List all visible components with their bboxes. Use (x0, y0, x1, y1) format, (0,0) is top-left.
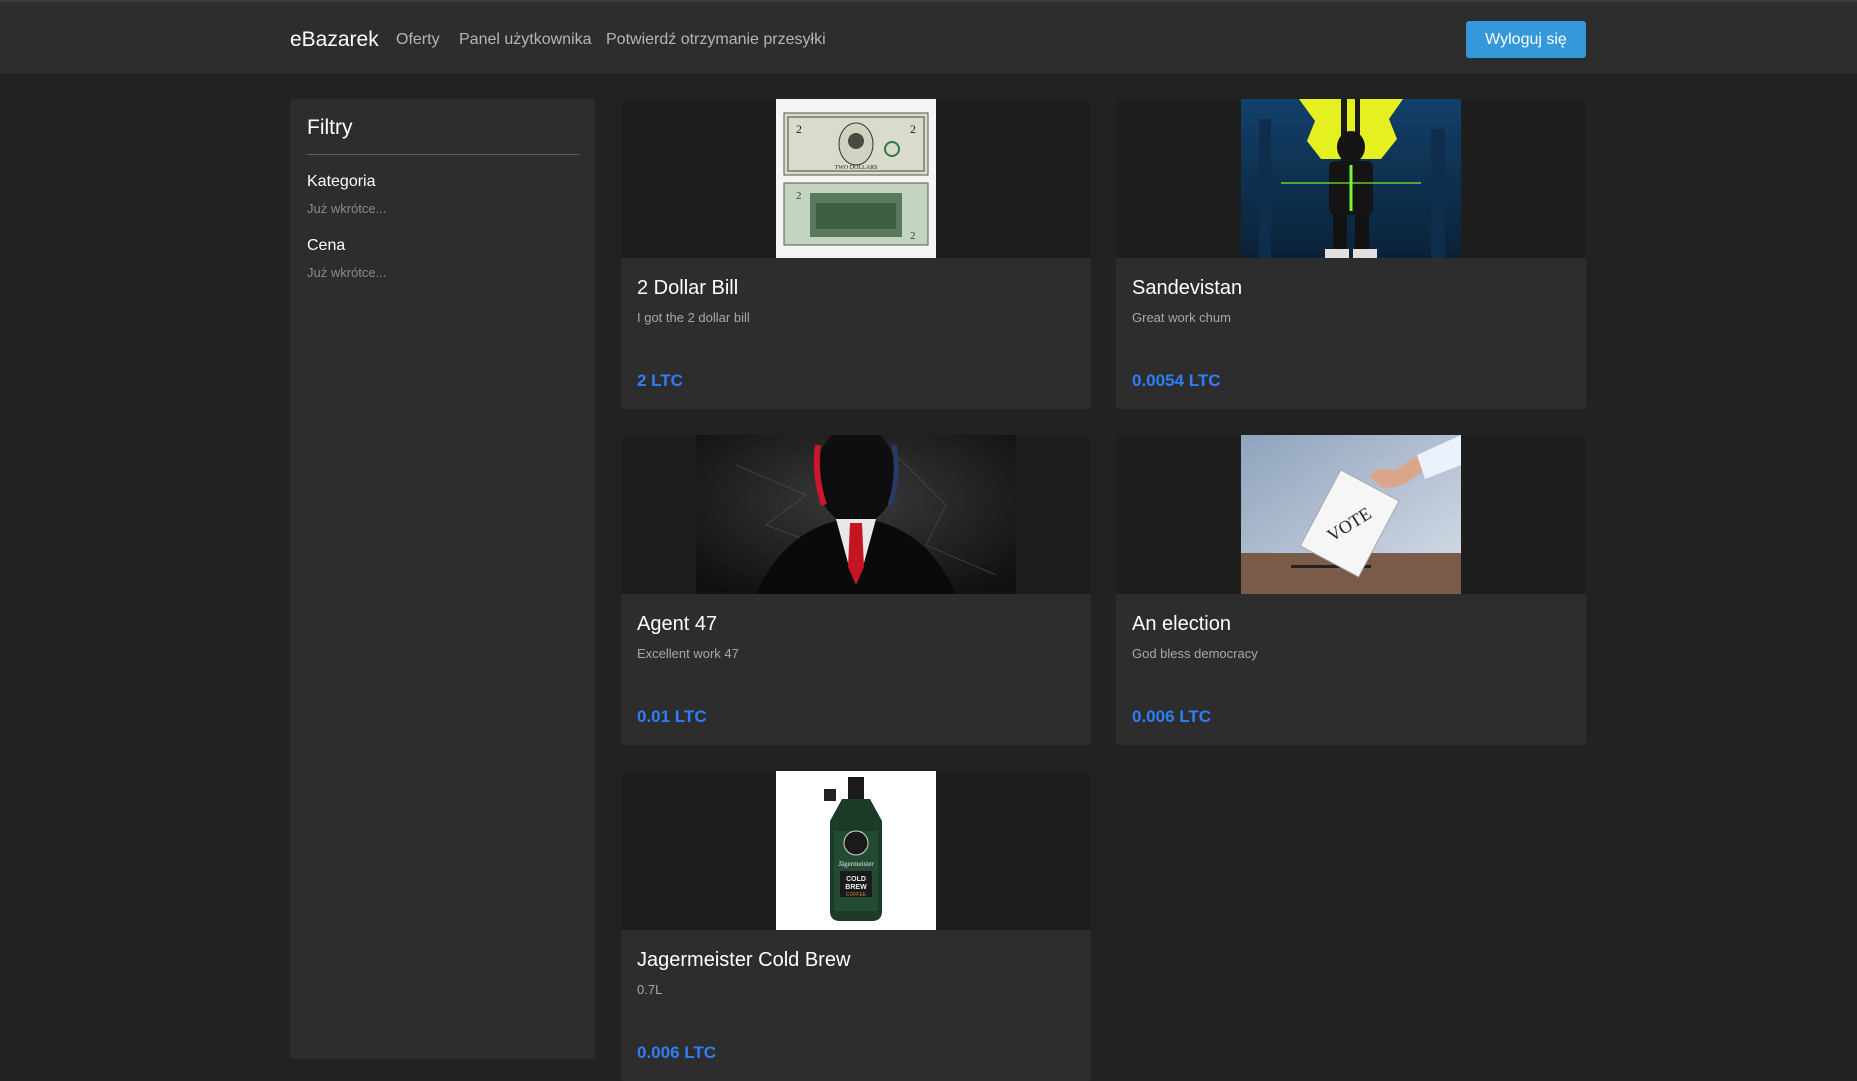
listing-description: God bless democracy (1132, 646, 1258, 661)
listing-price: 0.006 LTC (637, 1043, 717, 1062)
svg-text:2: 2 (796, 190, 802, 202)
filters-title: Filtry (307, 116, 353, 139)
listing-image-frame: Jägermeister COLD BREW COFFEE (621, 771, 1091, 930)
nav-link-user-panel[interactable]: Panel użytkownika (459, 31, 592, 49)
listing-card[interactable]: Sandevistan Great work chum 0.0054 LTC (1116, 99, 1586, 409)
filter-category-label: Kategoria (307, 173, 376, 190)
filter-price-label: Cena (307, 237, 346, 254)
nav-link-offers[interactable]: Oferty (396, 31, 440, 49)
filter-category-hint: Już wkrótce... (307, 201, 387, 216)
top-navbar: eBazarek Oferty Panel użytkownika Potwie… (0, 0, 1857, 74)
listing-price: 0.0054 LTC (1132, 371, 1221, 390)
listing-title[interactable]: Jagermeister Cold Brew (637, 949, 850, 972)
listing-card[interactable]: VOTE An election God bless democracy 0.0… (1116, 435, 1586, 745)
listing-description: 0.7L (637, 982, 663, 997)
svg-text:TWO DOLLARS: TWO DOLLARS (835, 165, 878, 171)
listing-description: Excellent work 47 (637, 646, 739, 661)
nav-link-confirm-delivery[interactable]: Potwierdź otrzymanie przesyłki (606, 31, 826, 49)
filters-divider (307, 154, 579, 155)
listing-description: I got the 2 dollar bill (637, 310, 750, 325)
svg-text:2: 2 (910, 122, 916, 136)
dollar-bill-image: 2 2 TWO DOLLARS 2 2 (776, 99, 936, 258)
ballot-image: VOTE (1241, 435, 1461, 594)
listing-image-frame: 2 2 TWO DOLLARS 2 2 (621, 99, 1091, 258)
listing-card[interactable]: Jägermeister COLD BREW COFFEE Jagermeist… (621, 771, 1091, 1081)
svg-text:COFFEE: COFFEE (846, 892, 867, 898)
listing-card[interactable]: 2 2 TWO DOLLARS 2 2 2 Dollar Bill I got … (621, 99, 1091, 409)
svg-text:BREW: BREW (845, 884, 867, 891)
listing-price: 2 LTC (637, 371, 683, 390)
sandevistan-image (1241, 99, 1461, 258)
listing-image-frame (1116, 99, 1586, 258)
logout-button[interactable]: Wyloguj się (1466, 21, 1586, 58)
svg-text:Jägermeister: Jägermeister (838, 860, 874, 868)
filter-price-hint: Już wkrótce... (307, 265, 387, 280)
svg-text:2: 2 (910, 230, 916, 242)
agent47-image (696, 435, 1016, 594)
listing-title[interactable]: An election (1132, 613, 1231, 636)
jagermeister-image: Jägermeister COLD BREW COFFEE (776, 771, 936, 930)
filters-sidebar: Filtry Kategoria Już wkrótce... Cena Już… (290, 99, 595, 1059)
listing-price: 0.006 LTC (1132, 707, 1212, 726)
listing-card[interactable]: Agent 47 Excellent work 47 0.01 LTC (621, 435, 1091, 745)
listing-image-frame: VOTE (1116, 435, 1586, 594)
listing-image-frame (621, 435, 1091, 594)
svg-text:2: 2 (796, 122, 802, 136)
listing-title[interactable]: 2 Dollar Bill (637, 277, 738, 300)
svg-text:COLD: COLD (846, 876, 866, 883)
listing-price: 0.01 LTC (637, 707, 707, 726)
listing-description: Great work chum (1132, 310, 1231, 325)
listing-title[interactable]: Agent 47 (637, 613, 717, 636)
listing-title[interactable]: Sandevistan (1132, 277, 1242, 300)
brand-link[interactable]: eBazarek (290, 28, 379, 52)
